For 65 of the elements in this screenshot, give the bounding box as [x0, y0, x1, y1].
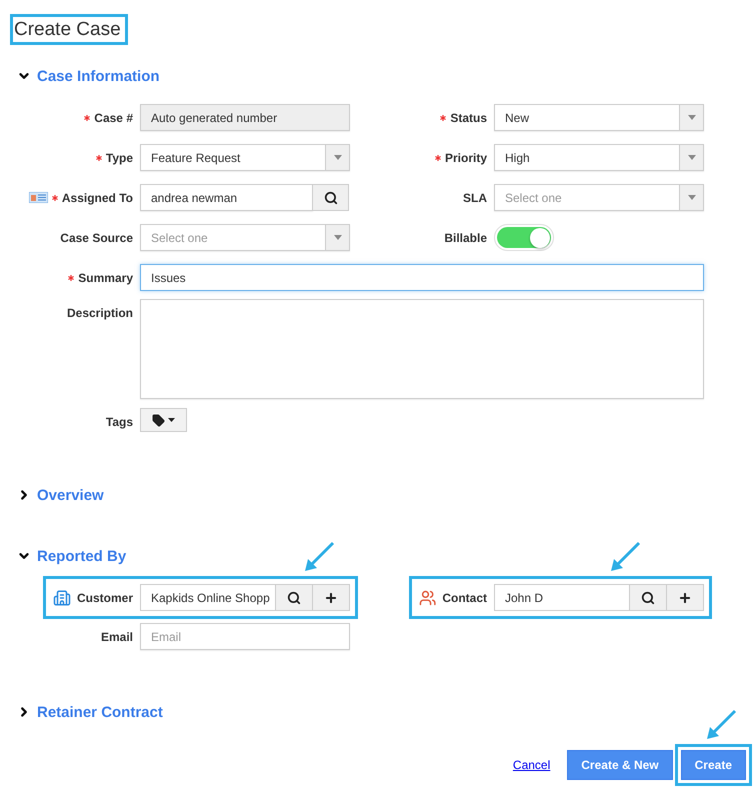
- lookup-field[interactable]: Kapkids Online Shopp: [140, 584, 350, 611]
- search-button[interactable]: [312, 184, 349, 211]
- tags-button[interactable]: [140, 408, 187, 432]
- caret-icon: [334, 155, 342, 160]
- cancel-link[interactable]: Cancel: [512, 758, 550, 772]
- people-icon: [419, 588, 436, 606]
- description-field[interactable]: [140, 299, 704, 399]
- caret-icon: [688, 195, 696, 200]
- add-button[interactable]: [312, 585, 349, 610]
- required-icon: [434, 154, 441, 160]
- select-field[interactable]: Select one: [494, 184, 704, 211]
- field-label: Tags: [106, 414, 133, 428]
- tag-icon: [152, 414, 165, 426]
- field-label: Status: [450, 110, 487, 124]
- field-label: Description: [66, 306, 133, 320]
- field-label: Case Source: [60, 230, 133, 244]
- pointer-arrow: [609, 541, 641, 573]
- select-field[interactable]: New: [494, 104, 704, 131]
- field-label: Assigned To: [62, 190, 133, 204]
- field-label: Customer: [76, 590, 133, 604]
- create-button[interactable]: Create: [680, 750, 746, 780]
- field-label: Summary: [78, 270, 133, 284]
- required-icon: [96, 154, 102, 160]
- contact-card-icon: [28, 192, 48, 203]
- pointer-arrow: [705, 709, 737, 741]
- field-label: Case #: [94, 110, 133, 124]
- plus-icon: [324, 590, 338, 604]
- required-icon: [68, 274, 74, 280]
- section-title[interactable]: Reported By: [37, 548, 126, 564]
- summary-field[interactable]: Issues: [140, 264, 704, 291]
- page-title: Create Case: [10, 14, 128, 45]
- add-button[interactable]: [666, 585, 703, 610]
- select-field[interactable]: Select one: [140, 224, 350, 251]
- select-field[interactable]: Feature Request: [140, 144, 350, 171]
- required-icon: [440, 114, 446, 120]
- field-label: Priority: [444, 150, 487, 164]
- field-label: SLA: [463, 190, 487, 204]
- select-field[interactable]: High: [494, 144, 704, 171]
- search-button[interactable]: [629, 585, 666, 610]
- search-icon: [287, 590, 301, 604]
- lookup-field[interactable]: John D: [494, 584, 704, 611]
- section-title[interactable]: Case Information: [37, 68, 160, 84]
- field-label: Billable: [444, 230, 487, 244]
- case-number-field: Auto generated number: [140, 104, 350, 131]
- caret-icon: [334, 235, 342, 240]
- create-and-new-button[interactable]: Create & New: [567, 750, 673, 780]
- building-icon: [53, 588, 71, 606]
- required-icon: [84, 114, 90, 120]
- section-title[interactable]: Retainer Contract: [37, 704, 163, 720]
- lookup-field[interactable]: andrea newman: [140, 184, 313, 211]
- caret-icon: [688, 155, 696, 160]
- toggle-switch[interactable]: [494, 224, 554, 251]
- field-label: Email: [100, 630, 133, 644]
- caret-icon: [688, 115, 696, 120]
- email-field[interactable]: Email: [140, 623, 350, 650]
- search-icon: [641, 590, 655, 604]
- pointer-arrow: [303, 541, 335, 573]
- caret-icon: [168, 418, 175, 422]
- plus-icon: [678, 590, 692, 604]
- field-label: Contact: [442, 590, 487, 604]
- search-icon: [324, 190, 338, 204]
- required-icon: [52, 194, 58, 200]
- section-title[interactable]: Overview: [37, 486, 104, 504]
- field-label: Type: [106, 150, 133, 164]
- search-button[interactable]: [275, 585, 312, 610]
